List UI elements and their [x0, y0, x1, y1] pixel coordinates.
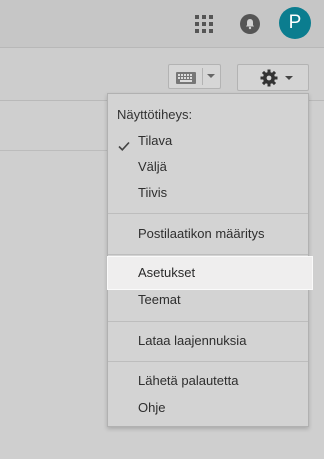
input-tools-button[interactable]: [168, 64, 221, 89]
menu-item-label: Tilava: [138, 133, 173, 148]
avatar[interactable]: P: [279, 7, 311, 39]
chevron-down-icon[interactable]: [207, 74, 215, 78]
settings-menu: Näyttötiheys: Tilava Väljä Tiivis Postil…: [107, 93, 312, 427]
menu-item-density-compact[interactable]: Tiivis: [108, 180, 308, 206]
menu-divider: [108, 361, 308, 362]
menu-divider: [108, 254, 308, 255]
settings-button[interactable]: [237, 64, 309, 91]
menu-item-feedback[interactable]: Lähetä palautetta: [108, 368, 308, 394]
menu-divider: [108, 321, 308, 322]
menu-item-themes[interactable]: Teemat: [108, 287, 308, 313]
menu-item-settings[interactable]: Asetukset: [108, 257, 312, 289]
bell-icon[interactable]: [240, 14, 260, 34]
menu-item-label: Lataa laajennuksia: [138, 333, 247, 348]
menu-item-label: Ohje: [138, 400, 166, 415]
gear-icon: [259, 68, 279, 93]
menu-item-label: Asetukset: [138, 265, 196, 280]
content-panel: [0, 101, 110, 151]
chevron-down-icon: [285, 76, 293, 80]
menu-item-density-comfortable[interactable]: Tilava: [108, 128, 308, 154]
menu-item-density-cozy[interactable]: Väljä: [108, 154, 308, 180]
keyboard-icon: [176, 71, 196, 89]
menu-item-label: Tiivis: [138, 185, 168, 200]
menu-item-mailbox-setup[interactable]: Postilaatikon määritys: [108, 221, 308, 247]
menu-divider: [108, 213, 308, 214]
menu-item-label: Postilaatikon määritys: [138, 226, 265, 241]
menu-item-label: Lähetä palautetta: [138, 373, 239, 388]
menu-item-label: Teemat: [138, 292, 181, 307]
app-page: P Näyttötiheys: Tilava Väljä Tiivis Post…: [0, 0, 324, 459]
menu-item-help[interactable]: Ohje: [108, 395, 308, 421]
menu-item-extensions[interactable]: Lataa laajennuksia: [108, 328, 308, 354]
menu-item-label: Väljä: [138, 159, 167, 174]
apps-grid-icon[interactable]: [195, 15, 213, 33]
top-header: P: [0, 0, 324, 48]
density-heading: Näyttötiheys:: [117, 107, 193, 122]
button-divider: [202, 68, 203, 85]
